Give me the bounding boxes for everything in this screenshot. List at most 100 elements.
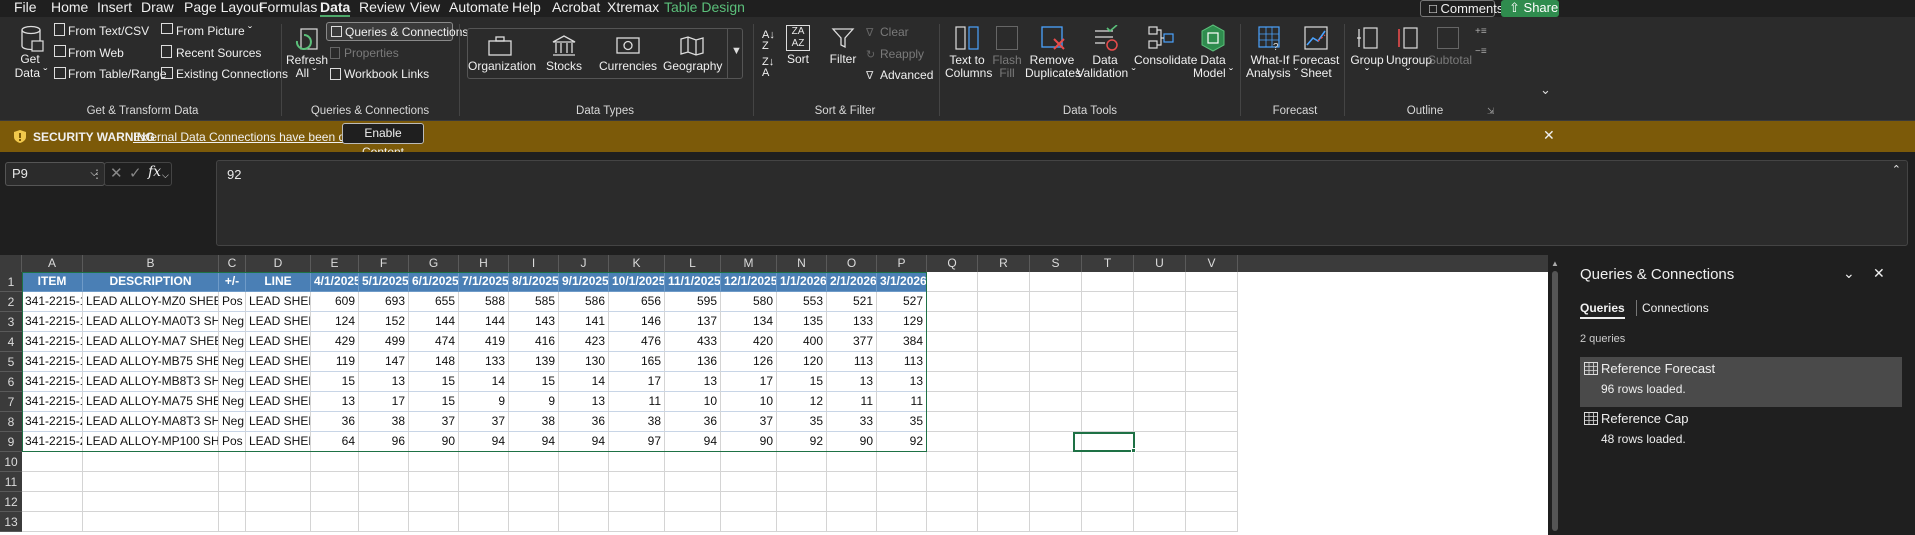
empty-cell[interactable]: [509, 492, 559, 512]
empty-cell[interactable]: [978, 432, 1030, 452]
table-cell[interactable]: 13: [559, 392, 609, 412]
empty-cell[interactable]: [1082, 372, 1134, 392]
empty-cell[interactable]: [1082, 452, 1134, 472]
table-cell[interactable]: 144: [459, 312, 509, 332]
table-cell[interactable]: 90: [721, 432, 777, 452]
column-header[interactable]: G: [409, 255, 459, 272]
table-cell[interactable]: 10: [665, 392, 721, 412]
column-header[interactable]: O: [827, 255, 877, 272]
table-header-cell[interactable]: 12/1/2025: [721, 272, 777, 292]
table-cell[interactable]: 15: [777, 372, 827, 392]
chevron-down-icon[interactable]: ⌄: [1843, 266, 1855, 280]
column-header[interactable]: I: [509, 255, 559, 272]
table-cell[interactable]: 9: [509, 392, 559, 412]
empty-cell[interactable]: [83, 452, 219, 472]
table-cell[interactable]: 400: [777, 332, 827, 352]
empty-cell[interactable]: [1030, 452, 1082, 472]
empty-cell[interactable]: [827, 452, 877, 472]
empty-cell[interactable]: [1186, 312, 1238, 332]
table-cell[interactable]: 15: [311, 372, 359, 392]
table-cell[interactable]: 13: [311, 392, 359, 412]
empty-cell[interactable]: [219, 492, 246, 512]
table-cell[interactable]: 586: [559, 292, 609, 312]
table-header-cell[interactable]: 10/1/2025: [609, 272, 665, 292]
empty-cell[interactable]: [1030, 332, 1082, 352]
select-all-corner[interactable]: [0, 255, 22, 272]
empty-cell[interactable]: [927, 472, 978, 492]
table-cell[interactable]: 341-2215-17: [22, 372, 83, 392]
table-cell[interactable]: LEAD SHEET: [246, 412, 311, 432]
table-header-cell[interactable]: 11/1/2025: [665, 272, 721, 292]
column-header[interactable]: L: [665, 255, 721, 272]
empty-cell[interactable]: [978, 412, 1030, 432]
empty-cell[interactable]: [22, 452, 83, 472]
table-cell[interactable]: 90: [827, 432, 877, 452]
table-cell[interactable]: 37: [409, 412, 459, 432]
empty-cell[interactable]: [609, 472, 665, 492]
sort-ascending-button[interactable]: A↓ Z: [762, 30, 775, 52]
empty-cell[interactable]: [978, 472, 1030, 492]
column-header[interactable]: R: [978, 255, 1030, 272]
table-cell[interactable]: 113: [827, 352, 877, 372]
row-header[interactable]: 10: [0, 452, 22, 472]
table-cell[interactable]: 588: [459, 292, 509, 312]
row-header[interactable]: 5: [0, 352, 22, 372]
table-cell[interactable]: 165: [609, 352, 665, 372]
tab-draw[interactable]: Draw: [141, 0, 174, 17]
empty-cell[interactable]: [1134, 452, 1186, 472]
dialog-launcher-icon[interactable]: ⇲: [1487, 105, 1495, 118]
table-cell[interactable]: 13: [359, 372, 409, 392]
empty-cell[interactable]: [721, 472, 777, 492]
tab-view[interactable]: View: [410, 0, 440, 17]
table-cell[interactable]: 9: [459, 392, 509, 412]
empty-cell[interactable]: [1082, 292, 1134, 312]
table-cell[interactable]: 148: [409, 352, 459, 372]
empty-cell[interactable]: [927, 372, 978, 392]
vertical-scrollbar[interactable]: ▲: [1548, 255, 1562, 535]
empty-cell[interactable]: [1082, 492, 1134, 512]
table-cell[interactable]: 152: [359, 312, 409, 332]
table-cell[interactable]: 14: [459, 372, 509, 392]
empty-cell[interactable]: [219, 512, 246, 532]
empty-cell[interactable]: [1134, 432, 1186, 452]
empty-cell[interactable]: [1186, 292, 1238, 312]
table-cell[interactable]: LEAD SHEET: [246, 312, 311, 332]
empty-cell[interactable]: [311, 492, 359, 512]
empty-cell[interactable]: [83, 472, 219, 492]
column-header[interactable]: B: [83, 255, 219, 272]
fill-handle[interactable]: [1131, 448, 1136, 453]
empty-cell[interactable]: [877, 472, 927, 492]
empty-cell[interactable]: [665, 512, 721, 532]
empty-cell[interactable]: [978, 292, 1030, 312]
empty-cell[interactable]: [665, 452, 721, 472]
empty-cell[interactable]: [1082, 352, 1134, 372]
empty-cell[interactable]: [1186, 392, 1238, 412]
table-cell[interactable]: 13: [665, 372, 721, 392]
table-cell[interactable]: 609: [311, 292, 359, 312]
table-header-cell[interactable]: 3/1/2026: [877, 272, 927, 292]
table-cell[interactable]: LEAD ALLOY-MA8T3 SHEET: [83, 412, 219, 432]
column-header[interactable]: C: [219, 255, 246, 272]
empty-cell[interactable]: [777, 492, 827, 512]
table-cell[interactable]: LEAD ALLOY-MA0T3 SHEET: [83, 312, 219, 332]
column-header[interactable]: P: [877, 255, 927, 272]
table-cell[interactable]: LEAD SHEET: [246, 372, 311, 392]
empty-cell[interactable]: [609, 512, 665, 532]
table-header-cell[interactable]: 8/1/2025: [509, 272, 559, 292]
empty-cell[interactable]: [1082, 412, 1134, 432]
sort-descending-button[interactable]: Z↓ A: [762, 57, 774, 79]
empty-cell[interactable]: [559, 492, 609, 512]
enable-content-button[interactable]: Enable Content: [342, 123, 424, 159]
table-cell[interactable]: LEAD SHEET: [246, 432, 311, 452]
empty-cell[interactable]: [22, 492, 83, 512]
table-cell[interactable]: LEAD ALLOY-MA7 SHEET: [83, 332, 219, 352]
empty-cell[interactable]: [927, 292, 978, 312]
function-icon[interactable]: fx: [148, 165, 161, 179]
empty-cell[interactable]: [409, 452, 459, 472]
empty-cell[interactable]: [978, 492, 1030, 512]
table-cell[interactable]: LEAD ALLOY-MA75 SHEET: [83, 392, 219, 412]
tab-acrobat[interactable]: Acrobat: [552, 0, 600, 17]
row-header[interactable]: 9: [0, 432, 22, 452]
empty-cell[interactable]: [978, 392, 1030, 412]
table-cell[interactable]: 92: [777, 432, 827, 452]
